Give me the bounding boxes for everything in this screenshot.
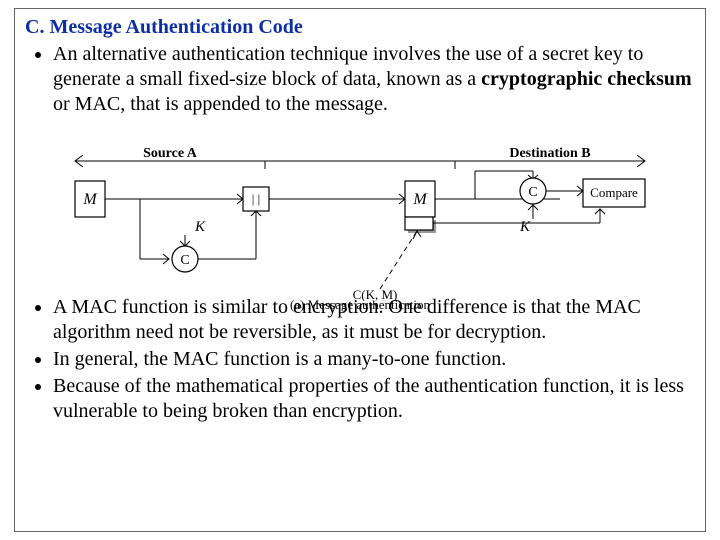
c-func-left: C xyxy=(180,253,189,268)
m-box-label: M xyxy=(82,191,98,208)
concat-label: | | xyxy=(252,191,260,206)
bottom-bullets: A MAC function is similar to encryption.… xyxy=(25,295,695,424)
slide: C. Message Authentication Code An altern… xyxy=(14,8,706,532)
bullet-text: Because of the mathematical properties o… xyxy=(53,375,684,422)
bullet-text-bold: cryptographic checksum xyxy=(481,68,692,90)
k-label-right: K xyxy=(519,219,531,235)
dest-label: Destination B xyxy=(509,146,590,161)
k-label-left: K xyxy=(194,219,206,235)
bullet-text: In general, the MAC function is a many-t… xyxy=(53,348,506,370)
bullet-item: Because of the mathematical properties o… xyxy=(53,374,695,424)
c-func-right: C xyxy=(528,185,537,200)
bullet-text: A MAC function is similar to encryption.… xyxy=(53,296,641,343)
section-heading: C. Message Authentication Code xyxy=(25,15,695,40)
compare-label: Compare xyxy=(590,185,638,200)
mac-figure: Source A Destination B M | | K C M xyxy=(55,141,665,301)
top-bullets: An alternative authentication technique … xyxy=(25,42,695,117)
bullet-item: An alternative authentication technique … xyxy=(53,42,695,117)
source-label: Source A xyxy=(143,146,198,161)
bullet-text-post: or MAC, that is appended to the message. xyxy=(53,93,388,115)
bullet-item: A MAC function is similar to encryption.… xyxy=(53,295,695,345)
bullet-item: In general, the MAC function is a many-t… xyxy=(53,347,695,372)
m-box2-label: M xyxy=(412,191,428,208)
